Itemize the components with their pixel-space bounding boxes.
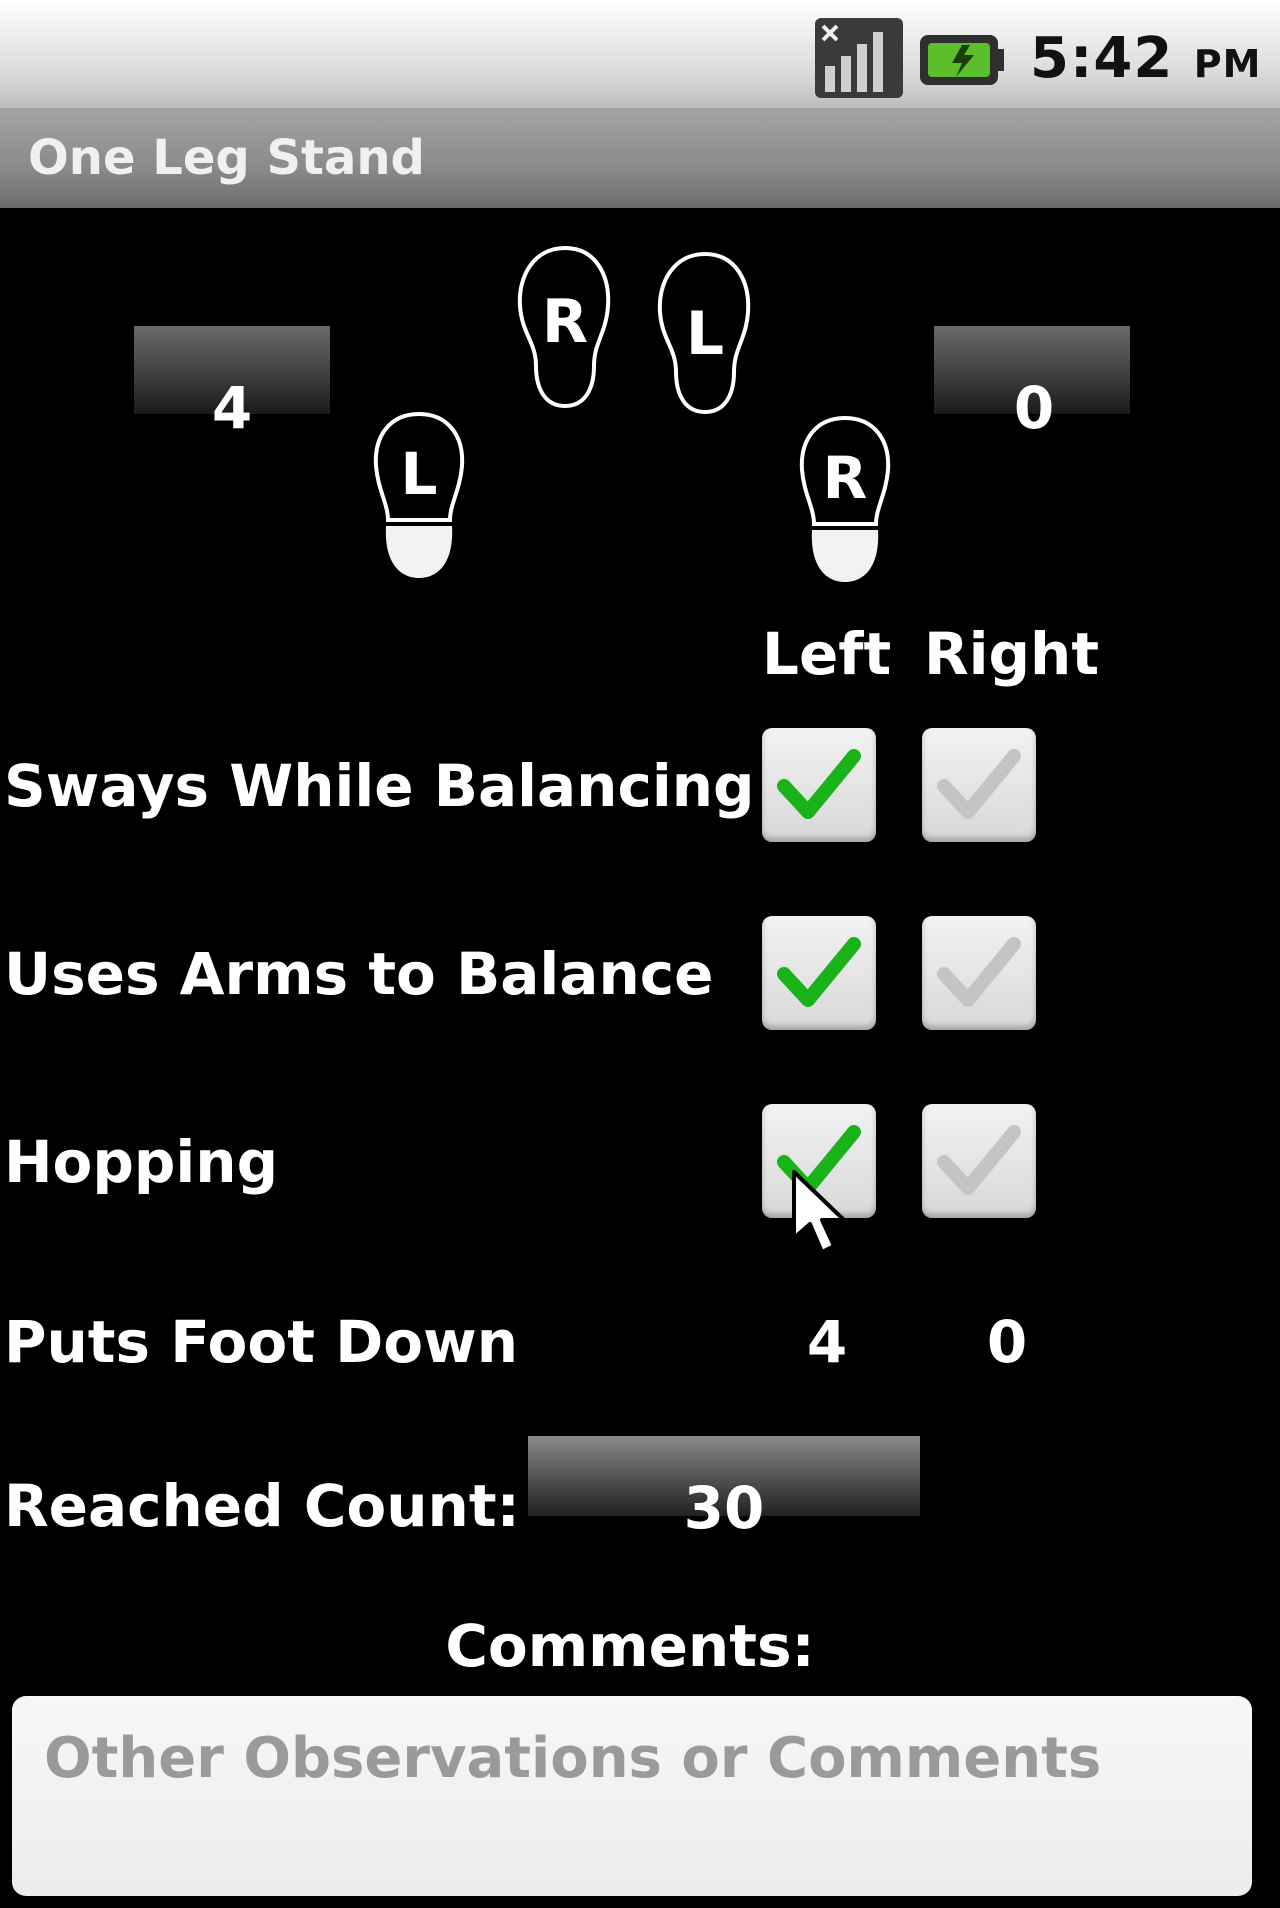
comments-input[interactable] [12, 1696, 1252, 1896]
check-icon [777, 937, 861, 1007]
row-label-puts-foot-down: Puts Foot Down [4, 1308, 518, 1376]
row-label-uses-arms: Uses Arms to Balance [4, 940, 714, 1008]
puts-foot-down-right-count: 0 [986, 1308, 1028, 1376]
row-label-hopping: Hopping [4, 1128, 279, 1196]
check-icon [937, 937, 1021, 1007]
check-icon [777, 749, 861, 819]
comments-label: Comments: [445, 1612, 815, 1680]
row-label-sways: Sways While Balancing [4, 752, 755, 820]
status-time: 5:42 PM [1030, 26, 1261, 91]
left-counter-value: 4 [211, 374, 253, 442]
check-icon [937, 1125, 1021, 1195]
left-foot-icon: L [373, 411, 465, 578]
column-header-left: Left [762, 620, 892, 688]
title-bar: One Leg Stand [0, 108, 1280, 208]
sways-left-checkbox[interactable] [762, 728, 876, 842]
reached-count-value: 30 [683, 1474, 765, 1542]
right-counter-value: 0 [1013, 374, 1055, 442]
right-foot-icon: R [517, 245, 611, 409]
right-foot-icon: R [799, 415, 891, 582]
hopping-right-checkbox[interactable] [922, 1104, 1036, 1218]
foot-letter: L [401, 440, 438, 508]
signal-icon [815, 18, 903, 98]
status-time-value: 5:42 [1030, 26, 1174, 91]
mouse-cursor-icon [792, 1170, 846, 1254]
status-time-ampm: PM [1193, 42, 1262, 86]
foot-letter: R [823, 444, 868, 512]
sways-right-checkbox[interactable] [922, 728, 1036, 842]
app-title: One Leg Stand [28, 130, 425, 186]
battery-icon [920, 35, 1004, 85]
column-header-right: Right [924, 620, 1100, 688]
reached-count-label: Reached Count: [4, 1472, 520, 1540]
puts-foot-down-left-count: 4 [806, 1308, 848, 1376]
foot-letter: L [686, 299, 724, 369]
uses-arms-right-checkbox[interactable] [922, 916, 1036, 1030]
status-bar: 5:42 PM [0, 0, 1280, 108]
foot-letter: R [542, 287, 588, 357]
left-foot-icon: L [657, 251, 751, 415]
check-icon [937, 749, 1021, 819]
uses-arms-left-checkbox[interactable] [762, 916, 876, 1030]
